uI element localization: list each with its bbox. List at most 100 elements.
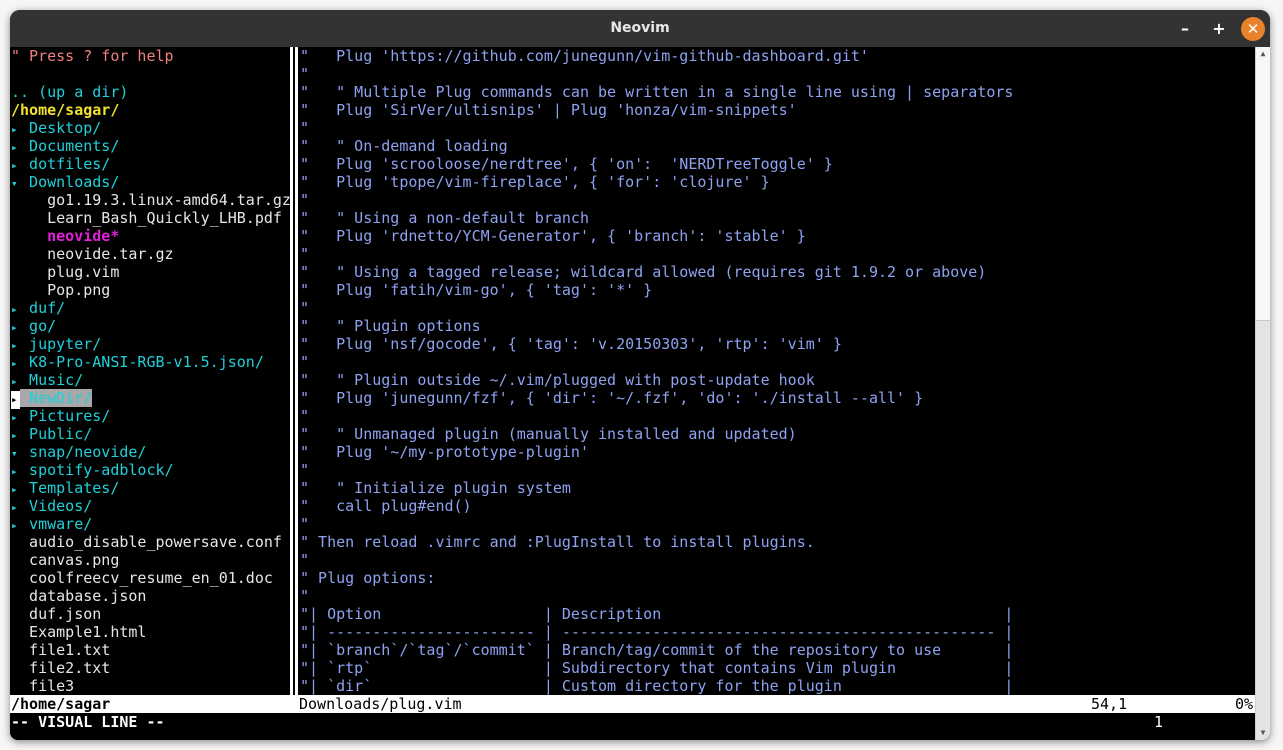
minimize-button[interactable]: – bbox=[1173, 17, 1197, 41]
code-line: "| ----------------------- | -----------… bbox=[300, 623, 1014, 641]
tree-item-name: K8-Pro-ANSI-RGB-v1.5.json/ bbox=[29, 353, 264, 371]
code-line: " bbox=[300, 191, 310, 209]
tree-file-item[interactable]: Learn_Bash_Quickly_LHB.pdf bbox=[11, 209, 290, 227]
split-divider[interactable] bbox=[290, 47, 293, 695]
tree-dir-item[interactable]: ▸ Templates/ bbox=[11, 479, 290, 497]
tree-item-name: Documents/ bbox=[29, 137, 120, 155]
mode-indicator: -- VISUAL LINE -- bbox=[11, 713, 165, 731]
tree-file-item[interactable]: database.json bbox=[11, 587, 290, 605]
tree-file-item[interactable]: canvas.png bbox=[11, 551, 290, 569]
title-bar[interactable]: Neovim – + ✕ bbox=[10, 10, 1270, 47]
tree-item-name: jupyter/ bbox=[29, 335, 102, 353]
tree-item-name: spotify-adblock/ bbox=[29, 461, 174, 479]
tree-item-name: snap/neovide/ bbox=[29, 443, 147, 461]
tree-dir-item[interactable]: ▸ Videos/ bbox=[11, 497, 290, 515]
code-line: " bbox=[300, 299, 310, 317]
code-line: " bbox=[300, 587, 310, 605]
tree-file-item[interactable]: audio_disable_powersave.conf bbox=[11, 533, 290, 551]
scroll-percent: 0% bbox=[1235, 695, 1254, 713]
tree-dir-item[interactable]: ▸ jupyter/ bbox=[11, 335, 290, 353]
tree-file-item[interactable]: plug.vim bbox=[11, 263, 290, 281]
scroll-up-arrow-icon[interactable]: ▲ bbox=[1256, 47, 1270, 61]
code-line: " Plug 'nsf/gocode', { 'tag': 'v.2015030… bbox=[300, 335, 842, 353]
tree-dir-item[interactable]: ▸ Public/ bbox=[11, 425, 290, 443]
command-line[interactable]: -- VISUAL LINE -- 1 bbox=[10, 713, 1255, 731]
maximize-button[interactable]: + bbox=[1207, 17, 1231, 41]
window-title: Neovim bbox=[610, 20, 670, 36]
tree-file-item[interactable]: file3 bbox=[11, 677, 290, 695]
tree-item-name: Learn_Bash_Quickly_LHB.pdf bbox=[47, 209, 282, 227]
selection-count: 1 bbox=[1154, 713, 1164, 731]
tree-file-item[interactable]: duf.json bbox=[11, 605, 290, 623]
code-line: " Plug options: bbox=[300, 569, 436, 587]
tree-file-item[interactable]: file2.txt bbox=[11, 659, 290, 677]
nerdtree-pane[interactable]: " Press ? for help .. (up a dir) /home/s… bbox=[11, 47, 290, 695]
tree-file-item[interactable]: Example1.html bbox=[11, 623, 290, 641]
tree-dir-item[interactable]: ▸ Pictures/ bbox=[11, 407, 290, 425]
tree-dir-item[interactable]: ▸ duf/ bbox=[11, 299, 290, 317]
tree-file-item[interactable]: file1.txt bbox=[11, 641, 290, 659]
code-line: " Plug 'SirVer/ultisnips' | Plug 'honza/… bbox=[300, 101, 797, 119]
tree-dir-item[interactable]: ▾ snap/neovide/ bbox=[11, 443, 290, 461]
code-line: " Plug 'tpope/vim-fireplace', { 'for': '… bbox=[300, 173, 770, 191]
tree-file-item[interactable]: go1.19.3.linux-amd64.tar.gz bbox=[11, 191, 290, 209]
tree-item-name: database.json bbox=[29, 587, 147, 605]
tree-dir-item[interactable]: ▸ K8-Pro-ANSI-RGB-v1.5.json/ bbox=[11, 353, 290, 371]
tree-item-name: duf/ bbox=[29, 299, 66, 317]
scroll-down-arrow-icon[interactable]: ▼ bbox=[1256, 726, 1270, 740]
neovim-window: Neovim – + ✕ " Press ? for help .. (up a… bbox=[10, 10, 1270, 740]
code-line: " " On-demand loading bbox=[300, 137, 508, 155]
code-line: "| `rtp` | Subdirectory that contains Vi… bbox=[300, 659, 1014, 677]
tree-dir-item[interactable]: ▸ NewDir/ bbox=[11, 389, 290, 409]
code-line: " bbox=[300, 245, 310, 263]
tree-item-name: Desktop/ bbox=[29, 119, 102, 137]
editor-pane[interactable]: " Plug 'https://github.com/junegunn/vim-… bbox=[300, 47, 1255, 695]
code-line: " bbox=[300, 65, 310, 83]
tree-dir-item[interactable]: ▸ spotify-adblock/ bbox=[11, 461, 290, 479]
up-dir-link[interactable]: .. (up a dir) bbox=[11, 83, 290, 101]
scrollbar[interactable]: ▲ ▼ bbox=[1255, 47, 1270, 740]
tree-dir-item[interactable]: ▸ Documents/ bbox=[11, 137, 290, 155]
tree-dir-item[interactable]: ▸ go/ bbox=[11, 317, 290, 335]
tree-file-item[interactable]: coolfreecv_resume_en_01.doc bbox=[11, 569, 290, 587]
tree-dir-item[interactable]: ▸ dotfiles/ bbox=[11, 155, 290, 173]
code-line: " " Multiple Plug commands can be writte… bbox=[300, 83, 1014, 101]
scrollbar-thumb[interactable] bbox=[1256, 61, 1270, 321]
tree-dir-item[interactable]: ▸ Music/ bbox=[11, 371, 290, 389]
tree-file-item[interactable]: neovide* bbox=[11, 227, 290, 245]
terminal-area[interactable]: " Press ? for help .. (up a dir) /home/s… bbox=[10, 47, 1270, 740]
tree-root: /home/sagar/ bbox=[11, 101, 120, 119]
close-button[interactable]: ✕ bbox=[1241, 17, 1265, 41]
tree-file-item[interactable]: Pop.png bbox=[11, 281, 290, 299]
tree-item-name: neovide* bbox=[47, 227, 120, 245]
tree-item-name: Pop.png bbox=[47, 281, 111, 299]
tree-item-name: canvas.png bbox=[29, 551, 120, 569]
code-line: " Plug 'scrooloose/nerdtree', { 'on': 'N… bbox=[300, 155, 833, 173]
tree-dir-item[interactable]: ▸ Desktop/ bbox=[11, 119, 290, 137]
tree-item-name: neovide.tar.gz bbox=[47, 245, 174, 263]
tree-dir-item[interactable]: ▸ vmware/ bbox=[11, 515, 290, 533]
code-line: " Then reload .vimrc and :PlugInstall to… bbox=[300, 533, 815, 551]
tree-dir-item[interactable]: ▾ Downloads/ bbox=[11, 173, 290, 191]
tree-file-item[interactable]: neovide.tar.gz bbox=[11, 245, 290, 263]
split-divider[interactable] bbox=[295, 47, 298, 695]
